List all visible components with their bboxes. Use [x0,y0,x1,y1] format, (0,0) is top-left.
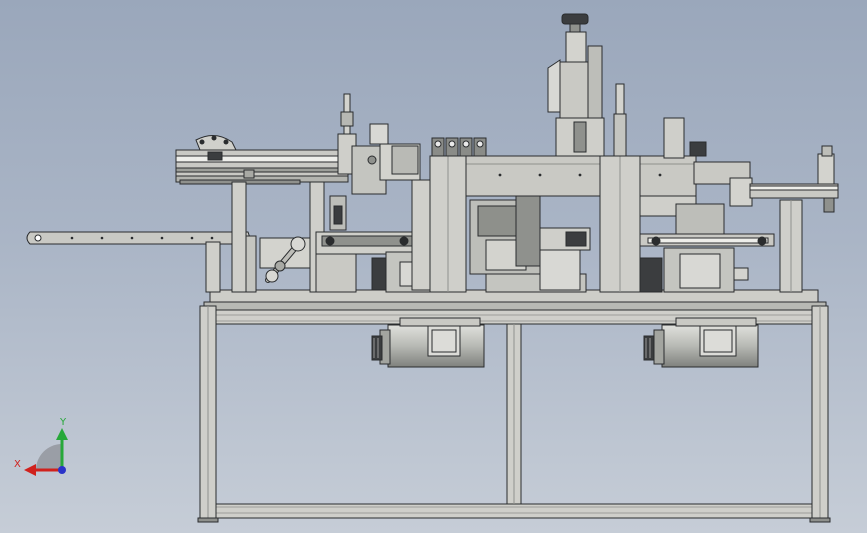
coordinate-triad: Y X [14,417,68,476]
right-station [639,195,775,293]
motor-right [643,317,759,368]
machine-assembly-drawing: Y X [14,13,839,523]
cad-viewport[interactable]: Y X [0,0,867,533]
top-actuator-tower [547,13,627,157]
y-axis-label: Y [59,417,67,428]
motor-left [371,317,485,368]
x-axis-label: X [14,459,21,470]
x-axis-arrowhead [24,464,36,476]
lower-beam [211,503,819,519]
z-axis-dot [58,466,66,474]
left-feed-arm [26,231,321,293]
y-axis-arrowhead [56,428,68,440]
picker-head [329,93,421,231]
